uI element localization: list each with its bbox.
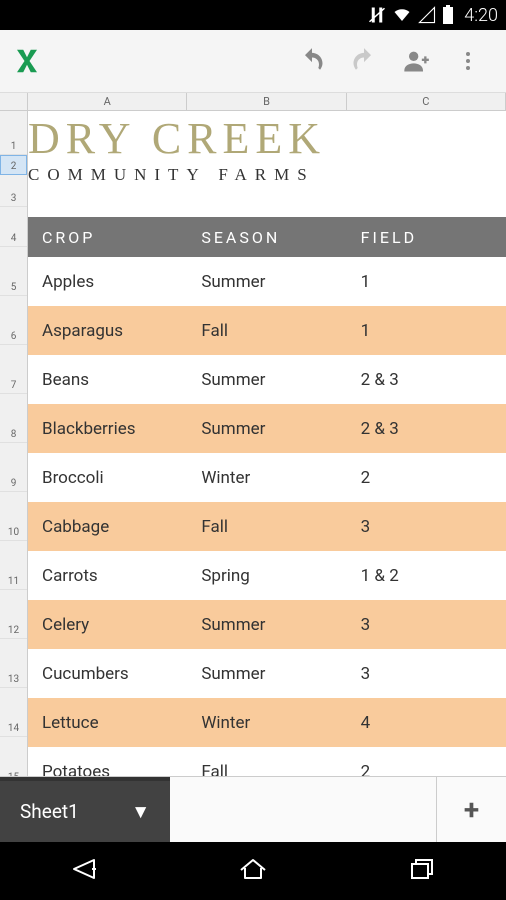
column-header-row: A B C	[0, 93, 506, 111]
status-time: 4:20	[464, 5, 498, 26]
header-season: SEASON	[187, 217, 346, 257]
cell-season: Summer	[187, 355, 346, 404]
header-field: FIELD	[347, 217, 506, 257]
android-status-bar: 4:20	[0, 0, 506, 30]
table-row[interactable]: BlackberriesSummer2 & 3	[28, 404, 506, 453]
battery-icon	[442, 5, 454, 25]
row-head[interactable]: 3	[0, 175, 27, 207]
table-row[interactable]: BeansSummer2 & 3	[28, 355, 506, 404]
col-head-a[interactable]: A	[28, 93, 187, 110]
col-head-c[interactable]: C	[347, 93, 506, 110]
cell-season: Fall	[187, 502, 346, 551]
table-row[interactable]: LettuceWinter4	[28, 698, 506, 747]
table-row[interactable]: CelerySummer3	[28, 600, 506, 649]
sheet-tab-label: Sheet1	[20, 800, 79, 823]
redo-button[interactable]	[338, 35, 390, 87]
mute-icon	[368, 6, 386, 24]
cell-field: 1	[347, 306, 506, 355]
row-head[interactable]: 6	[0, 296, 27, 345]
sheet-tab[interactable]: Sheet1 ▼	[0, 777, 170, 842]
android-nav-bar	[0, 842, 506, 900]
overflow-menu-button[interactable]	[442, 35, 494, 87]
title-sub[interactable]: COMMUNITY FARMS	[28, 161, 506, 185]
select-all-corner[interactable]	[0, 93, 28, 110]
add-sheet-button[interactable]: +	[436, 777, 506, 842]
cell-season: Winter	[187, 453, 346, 502]
cell-crop: Celery	[28, 600, 187, 649]
cell-field: 2 & 3	[347, 404, 506, 453]
table-row[interactable]: CarrotsSpring1 & 2	[28, 551, 506, 600]
cell-crop: Beans	[28, 355, 187, 404]
cell-crop: Apples	[28, 257, 187, 306]
app-toolbar	[0, 30, 506, 93]
row-head[interactable]: 13	[0, 639, 27, 688]
cell-crop: Asparagus	[28, 306, 187, 355]
sheet-tab-bar: Sheet1 ▼ +	[0, 776, 506, 842]
cell-field: 2	[347, 453, 506, 502]
table-row[interactable]: CabbageFall3	[28, 502, 506, 551]
add-person-button[interactable]	[390, 35, 442, 87]
cell-crop: Cabbage	[28, 502, 187, 551]
recents-button[interactable]	[404, 854, 440, 888]
table-row[interactable]: AsparagusFall1	[28, 306, 506, 355]
cell-crop: Broccoli	[28, 453, 187, 502]
header-crop: CROP	[28, 217, 187, 257]
cell-field: 2 & 3	[347, 355, 506, 404]
row-header-gutter: 1 2 3 4 5 6 7 8 9 10 11 12 13 14 15	[0, 111, 28, 794]
cell-season: Summer	[187, 257, 346, 306]
cell-season: Winter	[187, 698, 346, 747]
cell-field: 1	[347, 257, 506, 306]
chevron-down-icon: ▼	[131, 800, 150, 824]
cell-crop: Blackberries	[28, 404, 187, 453]
table-row[interactable]: BroccoliWinter2	[28, 453, 506, 502]
table-row[interactable]: CucumbersSummer3	[28, 649, 506, 698]
cell-field: 3	[347, 600, 506, 649]
back-button[interactable]	[66, 854, 102, 888]
cell-season: Summer	[187, 404, 346, 453]
cell-season: Spring	[187, 551, 346, 600]
app-logo-icon[interactable]	[12, 46, 42, 76]
row-head[interactable]: 7	[0, 345, 27, 394]
row-head[interactable]: 14	[0, 688, 27, 737]
cell-season: Summer	[187, 600, 346, 649]
signal-icon	[418, 6, 436, 24]
cell-field: 1 & 2	[347, 551, 506, 600]
row-head[interactable]: 12	[0, 590, 27, 639]
table-header-row[interactable]: CROP SEASON FIELD	[28, 217, 506, 257]
cell-field: 3	[347, 649, 506, 698]
cell-crop: Cucumbers	[28, 649, 187, 698]
cell-field: 3	[347, 502, 506, 551]
col-head-b[interactable]: B	[187, 93, 346, 110]
wifi-icon	[392, 6, 412, 24]
row-head[interactable]: 5	[0, 247, 27, 296]
row-head[interactable]: 4	[0, 207, 27, 247]
cell-season: Summer	[187, 649, 346, 698]
row-head[interactable]: 8	[0, 394, 27, 443]
cell-season: Fall	[187, 306, 346, 355]
undo-button[interactable]	[286, 35, 338, 87]
row-head[interactable]: 11	[0, 541, 27, 590]
home-button[interactable]	[235, 854, 271, 888]
row-head[interactable]: 10	[0, 492, 27, 541]
row-head[interactable]: 1	[0, 111, 27, 155]
row-head[interactable]: 2	[0, 155, 27, 175]
cell-field: 4	[347, 698, 506, 747]
table-row[interactable]: ApplesSummer1	[28, 257, 506, 306]
cell-crop: Lettuce	[28, 698, 187, 747]
cell-crop: Carrots	[28, 551, 187, 600]
title-main[interactable]: DRY CREEK	[28, 117, 506, 161]
row-head[interactable]: 9	[0, 443, 27, 492]
